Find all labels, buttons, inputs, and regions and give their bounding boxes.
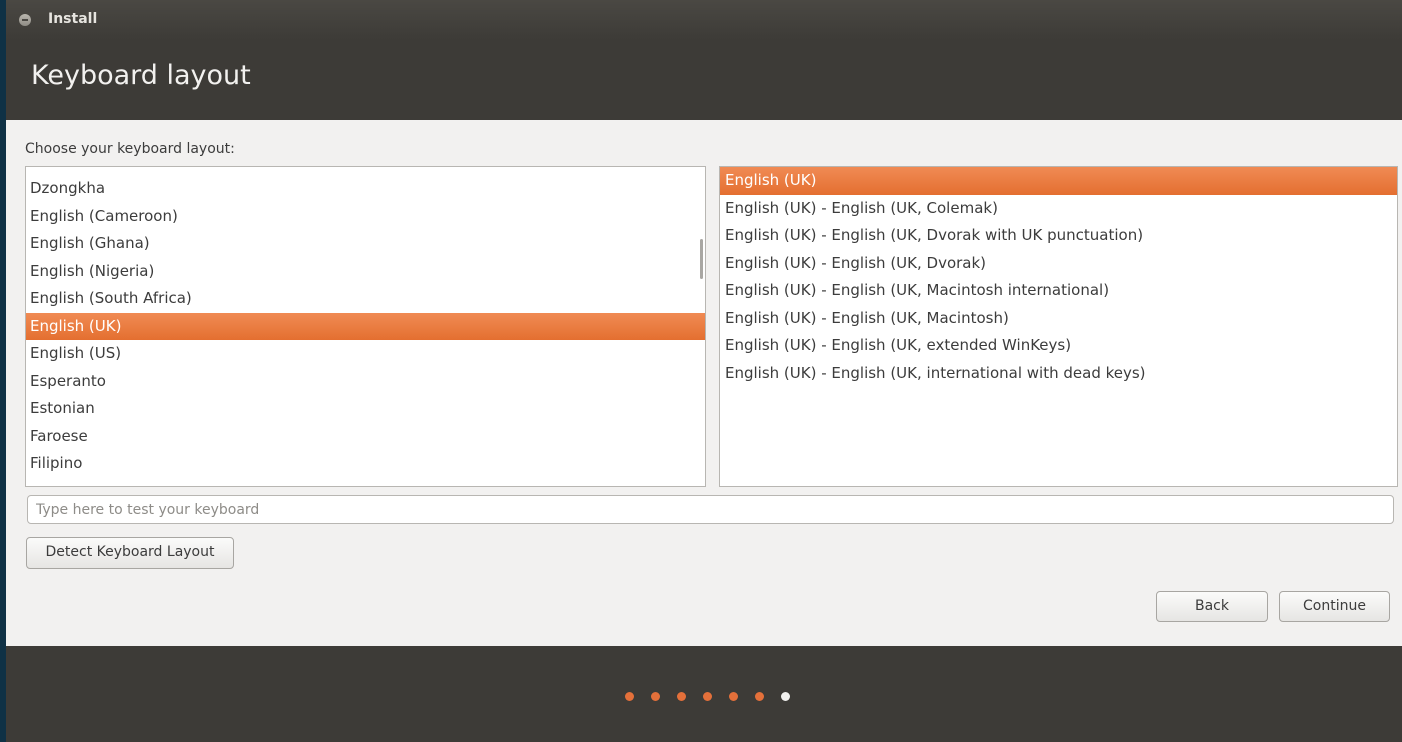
variant-list-item[interactable]: English (UK) - English (UK, Macintosh)	[720, 305, 1397, 333]
progress-indicator	[625, 692, 790, 701]
variant-list-item[interactable]: English (UK) - English (UK, Colemak)	[720, 195, 1397, 223]
layout-prompt: Choose your keyboard layout:	[25, 141, 235, 157]
layout-list-item[interactable]: English (Nigeria)	[26, 258, 705, 286]
footer	[6, 646, 1402, 742]
page-title: Keyboard layout	[31, 60, 251, 91]
installer-window: Install Keyboard layout Choose your keyb…	[6, 0, 1402, 742]
detect-keyboard-layout-button[interactable]: Detect Keyboard Layout	[26, 537, 234, 569]
variant-list-item[interactable]: English (UK) - English (UK, Dvorak with …	[720, 222, 1397, 250]
layout-list-item[interactable]: English (South Africa)	[26, 285, 705, 313]
progress-dot	[625, 692, 634, 701]
variant-list[interactable]: English (UK) English (UK) - English (UK, …	[719, 166, 1398, 487]
progress-dot	[755, 692, 764, 701]
progress-dot	[729, 692, 738, 701]
continue-button[interactable]: Continue	[1279, 591, 1390, 622]
variant-list-item[interactable]: English (UK) - English (UK, internationa…	[720, 360, 1397, 388]
layout-list[interactable]: Dzongkha English (Cameroon) English (Ghana…	[25, 166, 706, 487]
layout-list-item[interactable]: Filipino	[26, 450, 705, 478]
layout-list-item[interactable]: Estonian	[26, 395, 705, 423]
title-bar: Install	[6, 0, 1402, 40]
progress-dot	[677, 692, 686, 701]
layout-list-item[interactable]: Faroese	[26, 423, 705, 451]
layout-list-item[interactable]: English (Cameroon)	[26, 203, 705, 231]
layout-list-item[interactable]: English (US)	[26, 340, 705, 368]
keyboard-test-input[interactable]	[27, 495, 1394, 524]
layout-list-item[interactable]: Esperanto	[26, 368, 705, 396]
layout-list-item[interactable]: English (UK)	[26, 312, 705, 340]
variant-list-item[interactable]: English (UK) - English (UK, Dvorak)	[720, 250, 1397, 278]
variant-list-item[interactable]: English (UK)	[720, 167, 1397, 195]
progress-dot	[651, 692, 660, 701]
layout-list-item[interactable]: Dzongkha	[26, 175, 705, 203]
variant-list-item[interactable]: English (UK) - English (UK, Macintosh in…	[720, 277, 1397, 305]
variant-list-item[interactable]: English (UK) - English (UK, extended Win…	[720, 332, 1397, 360]
progress-dot	[781, 692, 790, 701]
back-button[interactable]: Back	[1156, 591, 1268, 622]
layout-list-item[interactable]: English (Ghana)	[26, 230, 705, 258]
close-window-icon[interactable]	[19, 14, 31, 26]
layout-list-scrollbar[interactable]	[700, 239, 703, 279]
progress-dot	[703, 692, 712, 701]
window-title: Install	[48, 11, 98, 27]
content-area: Choose your keyboard layout: Dzongkha Eng…	[6, 120, 1402, 646]
